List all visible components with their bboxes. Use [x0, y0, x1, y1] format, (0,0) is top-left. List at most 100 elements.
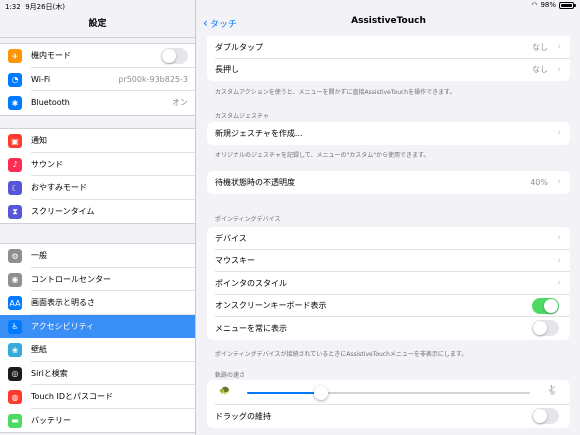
long-press-row[interactable]: 長押し なし ›	[207, 59, 570, 82]
tracking-speed-group: 🐢 🐇 ドラッグの維持	[207, 380, 570, 428]
hare-icon: 🐇	[546, 386, 558, 396]
long-press-value: なし	[532, 65, 548, 75]
sidebar-item-label: 機内モード	[31, 51, 71, 61]
battery-status-icon	[559, 1, 576, 9]
sidebar-item-wallpaper[interactable]: ❀ 壁紙	[0, 338, 195, 362]
sidebar-item-label: 通知	[31, 136, 47, 146]
sidebar-item-label: 画面表示と明るさ	[31, 298, 95, 308]
do-not-disturb-icon: ☾	[8, 181, 22, 195]
sidebar-item-label: アクセシビリティ	[31, 321, 95, 331]
custom-gestures-group: 新規ジェスチャを作成... ›	[207, 122, 570, 145]
pointing-devices-header: ポインティングデバイス	[215, 216, 281, 223]
onscreen-keyboard-label: オンスクリーンキーボード表示	[215, 301, 327, 311]
sidebar-group-general: ⚙ 一般 ◉ コントロールセンター AA 画面表示と明るさ ♿ アクセシビリティ ❀ 壁紙 ◎ Sir…	[0, 243, 195, 433]
sidebar-item-value: pr500k-93b825-3	[118, 74, 188, 84]
devices-row[interactable]: デバイス ›	[207, 227, 570, 250]
slider-thumb[interactable]	[313, 386, 328, 400]
screen-time-icon: ⧗	[8, 204, 22, 219]
custom-gestures-header: カスタムジェスチャ	[215, 113, 269, 120]
custom-gestures-footer: オリジナルのジェスチャを記録して、メニューの"カスタム"から使用できます。	[215, 152, 430, 159]
devices-label: デバイス	[215, 233, 247, 243]
chevron-right-icon: ›	[557, 233, 561, 243]
custom-actions-footer: カスタムアクションを使うと、メニューを開かずに直接AssistiveTouchを…	[215, 89, 456, 96]
control-center-icon: ◉	[8, 272, 22, 287]
airplane-icon: ✈	[8, 49, 22, 63]
sidebar-item-airplane[interactable]: ✈ 機内モード	[0, 44, 195, 68]
mouse-keys-label: マウスキー	[215, 256, 255, 266]
sidebar-item-general[interactable]: ⚙ 一般	[0, 244, 195, 268]
tracking-speed-row: 🐢 🐇	[207, 380, 570, 405]
display-icon: AA	[8, 296, 22, 310]
sidebar-group-notifications: ▣ 通知 ♪ サウンド ☾ おやすみモード ⧗ スクリーンタイム	[0, 128, 195, 224]
tracking-speed-slider[interactable]	[247, 386, 530, 400]
sidebar-title: 設定	[88, 19, 107, 29]
sidebar-item-do-not-disturb[interactable]: ☾ おやすみモード	[0, 176, 195, 200]
pointer-style-label: ポインタのスタイル	[215, 278, 287, 288]
always-show-menu-toggle[interactable]	[532, 320, 559, 336]
general-icon: ⚙	[8, 249, 22, 263]
double-tap-value: なし	[532, 42, 548, 52]
sidebar-item-label: Touch IDとパスコード	[31, 392, 114, 402]
sidebar-item-notifications[interactable]: ▣ 通知	[0, 129, 195, 153]
long-press-label: 長押し	[215, 65, 239, 75]
onscreen-keyboard-toggle[interactable]	[532, 297, 559, 314]
sidebar-item-label: 壁紙	[31, 345, 47, 355]
sidebar-item-control-center[interactable]: ◉ コントロールセンター	[0, 268, 195, 291]
sidebar-item-label: Wi-Fi	[31, 74, 51, 84]
sidebar-item-display[interactable]: AA 画面表示と明るさ	[0, 291, 195, 315]
drag-lock-label: ドラッグの維持	[215, 411, 271, 421]
touch-id-icon: ◍	[8, 390, 22, 404]
page-title: AssistiveTouch	[351, 16, 426, 26]
airplane-mode-toggle[interactable]	[161, 48, 188, 64]
wifi-icon: ◔	[8, 72, 22, 87]
toggle-knob	[533, 321, 547, 335]
sidebar-item-label: おやすみモード	[31, 183, 87, 193]
sidebar-item-accessibility[interactable]: ♿ アクセシビリティ	[0, 314, 195, 338]
double-tap-label: ダブルタップ	[215, 42, 263, 52]
sidebar-item-siri[interactable]: ◎ Siriと検索	[0, 362, 195, 385]
status-bar: 1:32 9月26日(木) ◠ 98%	[0, 0, 580, 12]
slider-fill	[247, 392, 321, 394]
chevron-right-icon: ›	[557, 128, 561, 138]
battery-icon: ▬	[8, 413, 22, 428]
siri-icon: ◎	[8, 366, 22, 381]
sidebar-item-sounds[interactable]: ♪ サウンド	[0, 153, 195, 176]
wallpaper-icon: ❀	[8, 343, 22, 357]
status-right: ◠ 98%	[531, 1, 576, 9]
drag-lock-toggle[interactable]	[532, 408, 559, 424]
wifi-status-icon: ◠	[531, 1, 538, 9]
status-time: 1:32 9月26日(木)	[5, 3, 66, 11]
tracking-speed-header: 軌跡の速さ	[215, 372, 246, 379]
always-show-menu-label: メニューを常に表示	[215, 323, 287, 333]
pointing-devices-group: デバイス › マウスキー › ポインタのスタイル › オンスクリーンキーボード表…	[207, 227, 570, 340]
sidebar-item-label: サウンド	[31, 159, 63, 169]
idle-opacity-row[interactable]: 待機状態時の不透明度 40% ›	[207, 171, 570, 194]
sidebar-item-label: Siriと検索	[31, 368, 68, 378]
battery-percent: 98%	[540, 1, 556, 9]
sidebar-item-touch-id[interactable]: ◍ Touch IDとパスコード	[0, 385, 195, 409]
sidebar-item-bluetooth[interactable]: ✱ Bluetooth オン	[0, 91, 195, 115]
toggle-knob	[544, 298, 558, 313]
sidebar-item-screen-time[interactable]: ⧗ スクリーンタイム	[0, 200, 195, 224]
mouse-keys-row[interactable]: マウスキー ›	[207, 250, 570, 272]
sidebar-item-label: 一般	[31, 251, 47, 261]
sidebar-item-label: バッテリー	[31, 415, 71, 425]
pointing-devices-footer: ポインティングデバイスが接続されているときにAssistiveTouchメニュー…	[215, 351, 468, 358]
chevron-right-icon: ›	[557, 278, 561, 288]
sidebar-item-label: スクリーンタイム	[31, 206, 95, 216]
accessibility-icon: ♿	[8, 319, 22, 334]
sidebar-item-label: Bluetooth	[31, 98, 70, 108]
double-tap-row[interactable]: ダブルタップ なし ›	[207, 36, 570, 59]
sidebar-group-connectivity: ✈ 機内モード ◔ Wi-Fi pr500k-93b825-3 ✱ Bluetooth オン	[0, 43, 195, 116]
toggle-knob	[162, 49, 176, 63]
sidebar-item-label: コントロールセンター	[31, 274, 111, 284]
pointer-style-row[interactable]: ポインタのスタイル ›	[207, 272, 570, 295]
drag-lock-row: ドラッグの維持	[207, 405, 570, 428]
sidebar-item-battery[interactable]: ▬ バッテリー	[0, 409, 195, 433]
sidebar-item-wifi[interactable]: ◔ Wi-Fi pr500k-93b825-3	[0, 68, 195, 91]
sidebar-item-value: オン	[172, 98, 188, 108]
always-show-menu-row: メニューを常に表示	[207, 317, 570, 340]
onscreen-keyboard-row: オンスクリーンキーボード表示	[207, 295, 570, 317]
new-gesture-row[interactable]: 新規ジェスチャを作成... ›	[207, 122, 570, 145]
sounds-icon: ♪	[8, 157, 22, 172]
